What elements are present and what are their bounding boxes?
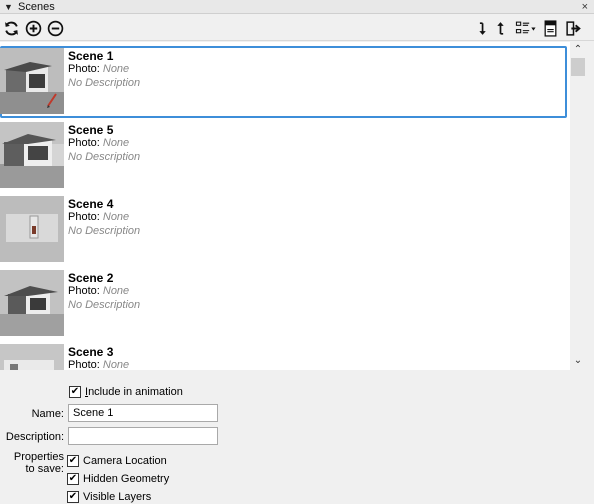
add-scene-icon[interactable] [23, 18, 43, 38]
scroll-down-icon[interactable]: ⌄ [570, 354, 586, 368]
panel-title: Scenes [18, 1, 55, 13]
move-scene-down-icon[interactable] [471, 18, 491, 38]
scene-item-2[interactable]: Scene 2 Photo: None No Description [0, 268, 567, 340]
scene-thumbnail [0, 48, 64, 114]
scene-description: No Description [68, 299, 141, 311]
export-icon[interactable] [563, 18, 583, 38]
scene-thumbnail [0, 196, 64, 262]
scenes-toolbar [0, 15, 594, 41]
scene-photo: Photo: None [68, 63, 130, 75]
camera-location-checkbox[interactable]: ✔ [67, 455, 79, 467]
scene-list[interactable]: Scene 1 Photo: None No Description Scene… [0, 42, 570, 370]
scene-description: No Description [68, 77, 141, 89]
remove-scene-icon[interactable] [45, 18, 65, 38]
properties-to-save-label-2: to save: [25, 463, 64, 475]
hidden-geometry-checkbox[interactable]: ✔ [67, 473, 79, 485]
move-scene-up-icon[interactable] [490, 18, 510, 38]
scene-name: Scene 2 [68, 271, 114, 285]
scene-name: Scene 3 [68, 345, 114, 359]
scene-name: Scene 5 [68, 123, 114, 137]
collapse-arrow-icon[interactable]: ▼ [4, 2, 13, 12]
close-icon[interactable]: × [582, 0, 588, 14]
scene-item-1[interactable]: Scene 1 Photo: None No Description [0, 46, 567, 118]
scene-item-3[interactable]: Scene 3 Photo: None [0, 342, 567, 370]
scene-description: No Description [68, 225, 141, 237]
properties-to-save-label: Properties [13, 451, 64, 463]
scene-name: Scene 4 [68, 197, 114, 211]
description-field[interactable] [68, 427, 218, 445]
show-details-icon[interactable] [540, 18, 560, 38]
panel-titlebar[interactable]: ▼ Scenes × [0, 0, 594, 14]
scene-thumbnail [0, 122, 64, 188]
hidden-geometry-label: Hidden Geometry [83, 473, 170, 485]
scene-name: Scene 1 [68, 49, 114, 63]
scrollbar-thumb[interactable] [571, 58, 585, 76]
view-options-icon[interactable] [514, 18, 538, 38]
scene-description: No Description [68, 151, 141, 163]
scene-photo: Photo: None [68, 359, 130, 370]
scene-item-4[interactable]: Scene 4 Photo: None No Description [0, 194, 567, 266]
scene-properties: ✔ Include in animation Name: Scene 1 Des… [0, 370, 594, 504]
scene-photo: Photo: None [68, 137, 130, 149]
scene-thumbnail [0, 344, 64, 370]
visible-layers-checkbox[interactable]: ✔ [67, 491, 79, 503]
include-in-animation-label: Include in animation [85, 386, 183, 398]
description-label: Description: [5, 431, 64, 443]
name-field[interactable]: Scene 1 [68, 404, 218, 422]
name-label: Name: [31, 408, 64, 420]
visible-layers-label: Visible Layers [83, 491, 152, 503]
refresh-icon[interactable] [1, 18, 21, 38]
scene-thumbnail [0, 270, 64, 336]
scene-item-5[interactable]: Scene 5 Photo: None No Description [0, 120, 567, 192]
scene-list-scrollbar[interactable]: ⌃ ⌄ [570, 42, 586, 370]
scroll-up-icon[interactable]: ⌃ [570, 43, 586, 57]
scene-photo: Photo: None [68, 285, 130, 297]
camera-location-label: Camera Location [83, 455, 167, 467]
include-in-animation-checkbox[interactable]: ✔ [69, 386, 81, 398]
scene-photo: Photo: None [68, 211, 130, 223]
